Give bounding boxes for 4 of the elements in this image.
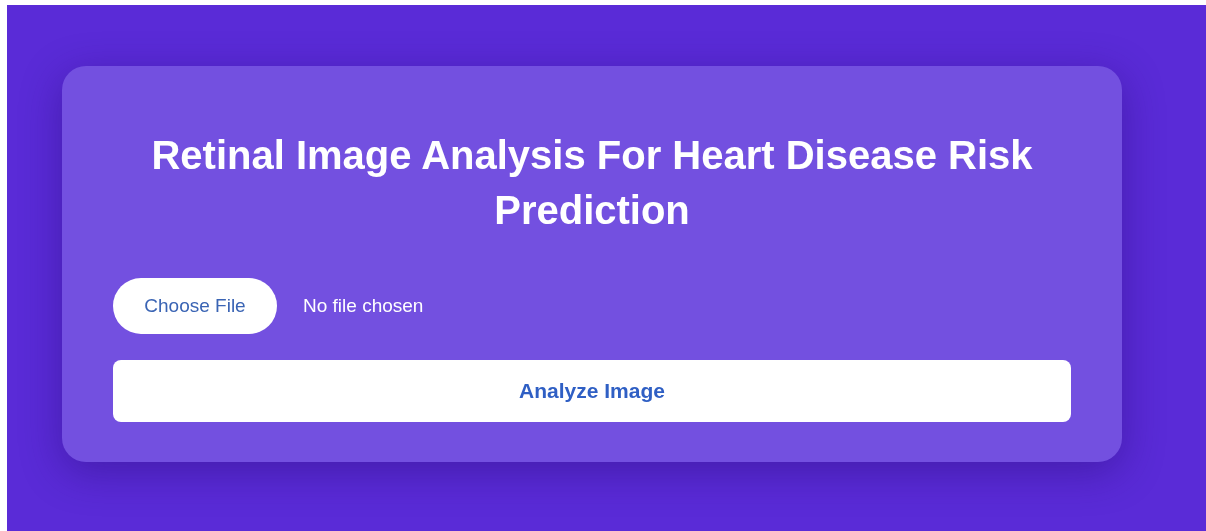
analyze-image-button[interactable]: Analyze Image: [113, 360, 1071, 422]
file-status-text: No file chosen: [303, 293, 424, 318]
page-title: Retinal Image Analysis For Heart Disease Risk Prediction: [150, 132, 1034, 234]
choose-file-button[interactable]: Choose File: [113, 278, 277, 334]
